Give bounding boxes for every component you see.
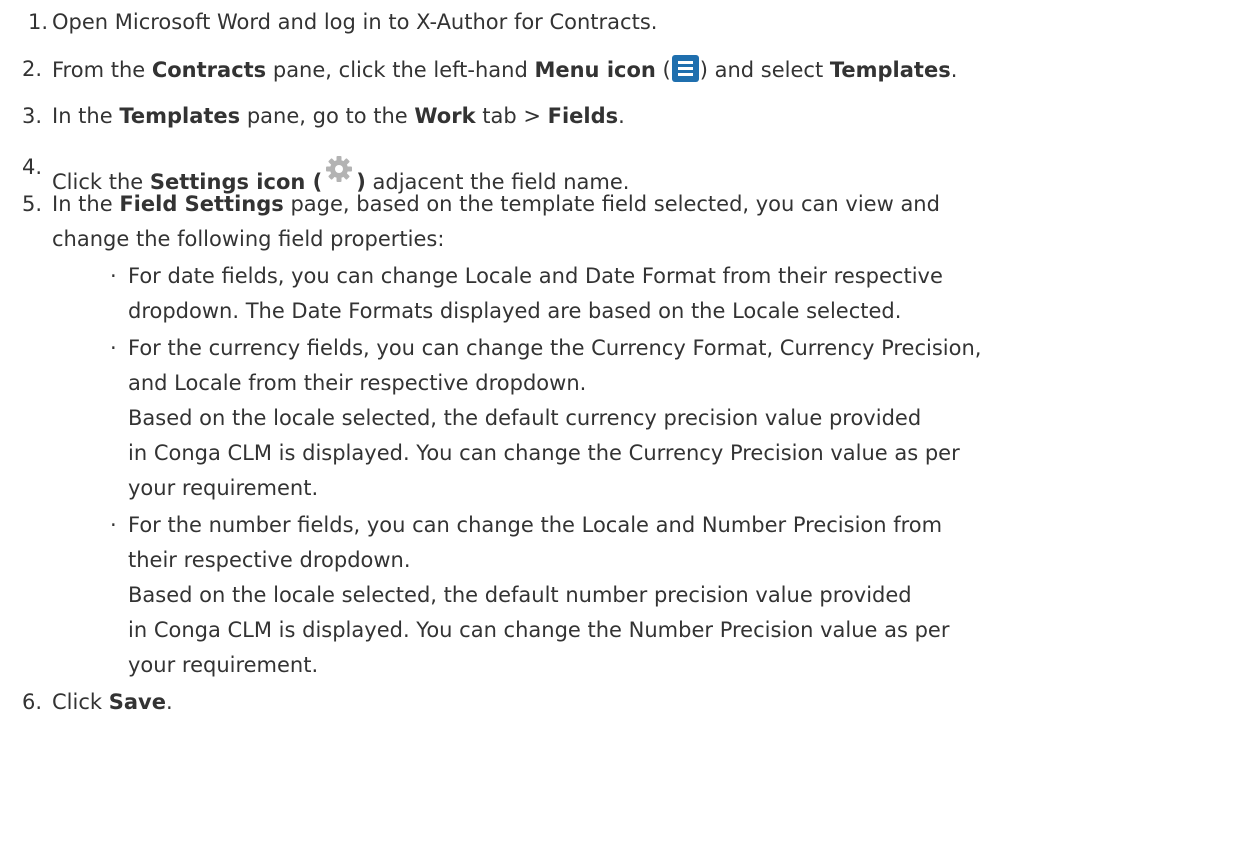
bullet-dot: · [110, 264, 117, 288]
menu-icon-label: Menu icon [534, 58, 656, 82]
save-label: Save [108, 690, 166, 714]
bullet-line: dropdown. The Date Formats displayed are… [128, 299, 902, 323]
bullet-line: in Conga CLM is displayed. You can chang… [128, 441, 960, 465]
bullet-line: their respective dropdown. [128, 548, 411, 572]
bullet-line: For date fields, you can change Locale a… [128, 264, 943, 288]
step-6-text: Click Save. [52, 690, 173, 714]
contracts-label: Contracts [151, 58, 267, 82]
gear-icon [326, 156, 353, 182]
templates-label: Templates [119, 104, 241, 128]
step-2-text: From the Contracts pane, click the left-… [52, 55, 957, 84]
bullet-dot: · [110, 336, 117, 360]
step-number: 4. [22, 155, 43, 179]
bullet-line: your requirement. [128, 653, 319, 677]
step-1-text: Open Microsoft Word and log in to X-Auth… [52, 10, 658, 34]
step-number: 3. [22, 104, 43, 128]
step-number: 5. [22, 192, 43, 216]
bullet-line: For the number fields, you can change th… [128, 513, 943, 537]
step-5-text-continued: change the following field properties: [52, 227, 445, 251]
step-number: 1. [28, 10, 49, 34]
bullet-line: For the currency fields, you can change … [128, 336, 982, 360]
bullet-line: and Locale from their respective dropdow… [128, 371, 587, 395]
menu-icon [671, 55, 699, 82]
step-3-text: In the Templates pane, go to the Work ta… [52, 104, 625, 128]
step-5-text: In the Field Settings page, based on the… [52, 192, 940, 216]
work-tab-label: Work [414, 104, 476, 128]
bullet-line: Based on the locale selected, the defaul… [128, 406, 922, 430]
bullet-line: Based on the locale selected, the defaul… [128, 583, 912, 607]
step-number: 2. [22, 57, 43, 81]
bullet-line: in Conga CLM is displayed. You can chang… [128, 618, 950, 642]
templates-label: Templates [829, 58, 951, 82]
field-settings-label: Field Settings [119, 192, 284, 216]
bullet-dot: · [110, 513, 117, 537]
fields-label: Fields [547, 104, 619, 128]
document-body: 1. Open Microsoft Word and log in to X-A… [0, 0, 1258, 843]
bullet-line: your requirement. [128, 476, 319, 500]
step-number: 6. [22, 690, 43, 714]
